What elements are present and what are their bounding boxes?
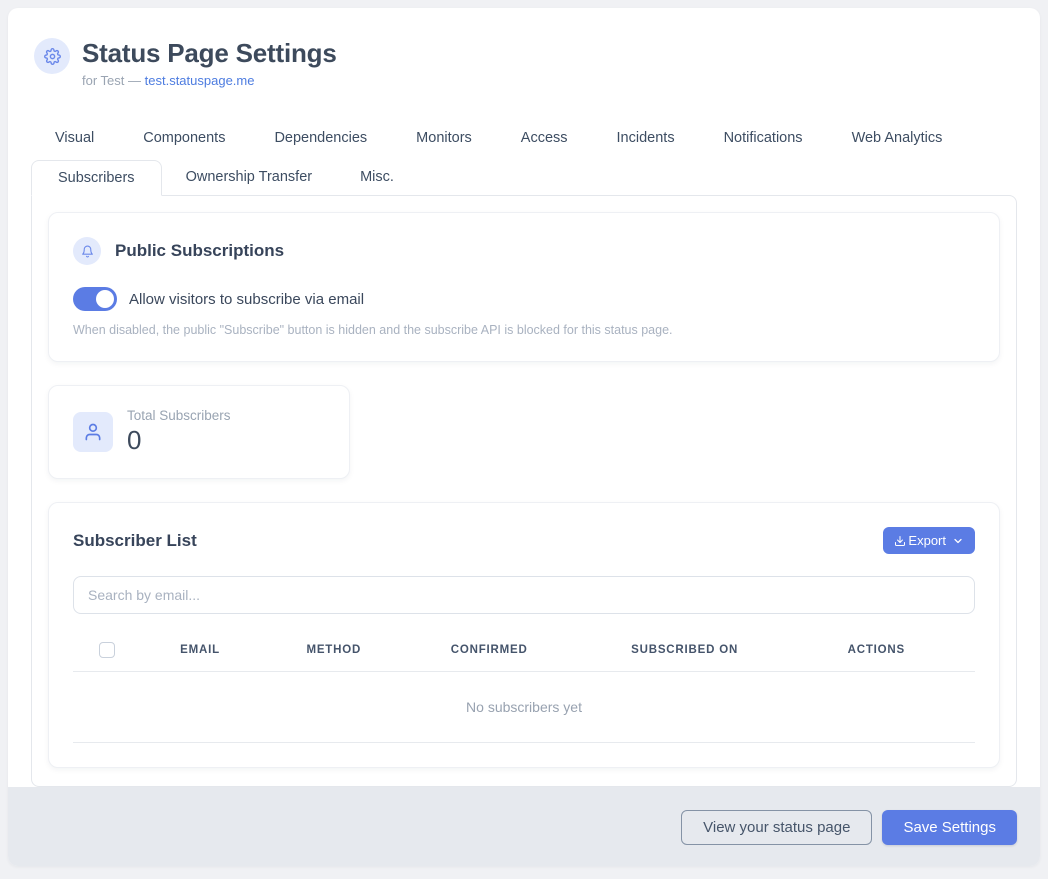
- allow-subscribe-toggle[interactable]: [73, 287, 117, 311]
- subscribe-toggle-label: Allow visitors to subscribe via email: [129, 291, 364, 308]
- page-title-block: Status Page Settings for Test — test.sta…: [82, 38, 337, 88]
- tab-dependencies[interactable]: Dependencies: [274, 130, 367, 146]
- empty-state-text: No subscribers yet: [73, 672, 975, 743]
- page-title: Status Page Settings: [82, 38, 337, 69]
- tab-misc[interactable]: Misc.: [336, 160, 418, 195]
- export-button-label: Export: [908, 533, 946, 548]
- empty-state-row: No subscribers yet: [73, 672, 975, 743]
- subscriber-table: EMAIL METHOD CONFIRMED SUBSCRIBED ON ACT…: [73, 634, 975, 743]
- tab-monitors[interactable]: Monitors: [416, 130, 472, 146]
- public-subscriptions-card: Public Subscriptions Allow visitors to s…: [48, 212, 1000, 362]
- user-icon: [73, 412, 113, 452]
- page-header: Status Page Settings for Test — test.sta…: [8, 8, 1040, 88]
- footer-action-bar: View your status page Save Settings: [8, 787, 1040, 866]
- tab-incidents[interactable]: Incidents: [617, 130, 675, 146]
- tab-components[interactable]: Components: [143, 130, 225, 146]
- public-subscriptions-header: Public Subscriptions: [73, 237, 975, 265]
- tab-visual[interactable]: Visual: [55, 130, 94, 146]
- view-status-page-button[interactable]: View your status page: [681, 810, 872, 845]
- subscriber-list-title: Subscriber List: [73, 531, 197, 551]
- column-header-actions: ACTIONS: [822, 634, 975, 672]
- table-header-row: EMAIL METHOD CONFIRMED SUBSCRIBED ON ACT…: [73, 634, 975, 672]
- total-subscribers-label: Total Subscribers: [127, 408, 231, 423]
- column-header-email: EMAIL: [154, 634, 280, 672]
- column-header-subscribed-on: SUBSCRIBED ON: [605, 634, 821, 672]
- search-input[interactable]: [73, 576, 975, 614]
- download-icon: [894, 535, 906, 547]
- subscriber-list-card: Subscriber List Export: [48, 502, 1000, 768]
- toggle-knob: [96, 290, 114, 308]
- status-page-link[interactable]: test.statuspage.me: [145, 73, 255, 88]
- bell-icon: [73, 237, 101, 265]
- tab-web-analytics[interactable]: Web Analytics: [852, 130, 943, 146]
- tabs-row-primary: Visual Components Dependencies Monitors …: [8, 130, 1040, 146]
- settings-icon: [34, 38, 70, 74]
- select-all-checkbox[interactable]: [99, 642, 115, 658]
- subscribers-tab-panel: Public Subscriptions Allow visitors to s…: [31, 195, 1017, 787]
- total-subscribers-card: Total Subscribers 0: [48, 385, 350, 479]
- total-subscribers-text: Total Subscribers 0: [127, 408, 231, 456]
- page-subtitle: for Test — test.statuspage.me: [82, 73, 337, 88]
- subscriber-list-header: Subscriber List Export: [73, 527, 975, 554]
- status-page-settings-card: Status Page Settings for Test — test.sta…: [8, 8, 1040, 866]
- tab-access[interactable]: Access: [521, 130, 568, 146]
- tab-notifications[interactable]: Notifications: [724, 130, 803, 146]
- subscribe-toggle-row: Allow visitors to subscribe via email: [73, 287, 975, 311]
- export-button[interactable]: Export: [883, 527, 975, 554]
- tab-subscribers[interactable]: Subscribers: [31, 160, 162, 196]
- tab-ownership-transfer[interactable]: Ownership Transfer: [162, 160, 337, 195]
- public-subscriptions-title: Public Subscriptions: [115, 241, 284, 261]
- tabs-row-secondary: Subscribers Ownership Transfer Misc.: [31, 160, 1040, 195]
- total-subscribers-value: 0: [127, 425, 231, 456]
- subscribe-helper-text: When disabled, the public "Subscribe" bu…: [73, 323, 975, 337]
- column-header-confirmed: CONFIRMED: [425, 634, 605, 672]
- subtitle-prefix: for Test —: [82, 73, 145, 88]
- save-settings-button[interactable]: Save Settings: [882, 810, 1017, 845]
- chevron-down-icon: [952, 535, 964, 547]
- column-header-method: METHOD: [280, 634, 424, 672]
